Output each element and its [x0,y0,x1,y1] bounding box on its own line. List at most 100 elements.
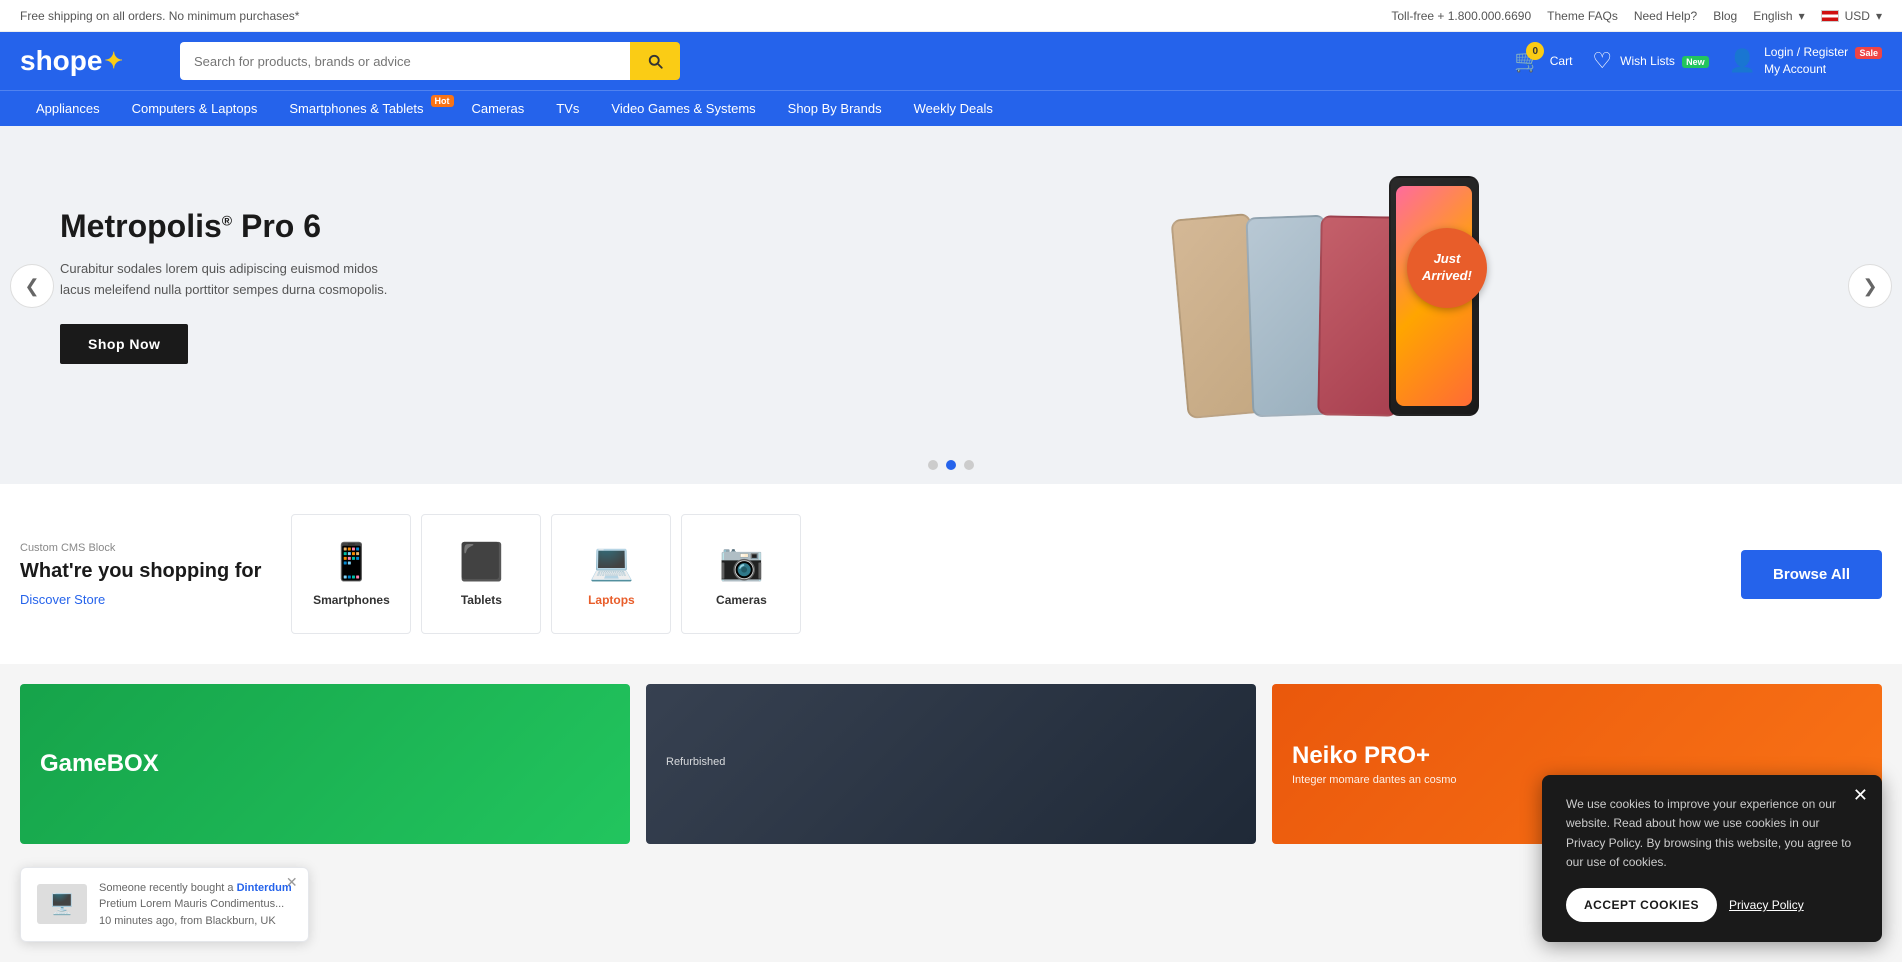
slider-dot-3[interactable] [964,460,974,470]
tablet-icon: ⬛ [459,541,504,583]
cookie-actions: ACCEPT COOKIES Privacy Policy [1566,888,1858,922]
toast-product-image: 🖥️ [37,884,87,924]
logo-star-icon: ✦ [104,48,122,74]
header-actions: 🛒 0 Cart ♡ Wish Lists New 👤 Login / Regi… [1514,44,1882,78]
search-button[interactable] [630,42,680,80]
logo[interactable]: shope✦ [20,45,160,77]
privacy-policy-link[interactable]: Privacy Policy [1729,898,1804,912]
user-icon: 👤 [1729,48,1756,74]
slider-prev-button[interactable]: ❮ [10,264,54,308]
toast-product-desc: Pretium Lorem Mauris Condimentus... [99,896,292,913]
currency-label: USD [1845,9,1870,23]
account-link[interactable]: 👤 Login / Register Sale My Account [1729,44,1882,78]
cart-label: Cart [1550,53,1573,70]
language-label: English [1753,9,1792,23]
wishlist-link[interactable]: ♡ Wish Lists New [1592,48,1708,74]
phones-display: JustArrived! [1179,146,1579,426]
laptop-icon: 💻 [589,541,634,583]
category-text: Custom CMS Block What're you shopping fo… [20,542,261,607]
top-bar: Free shipping on all orders. No minimum … [0,0,1902,32]
phone-black: JustArrived! [1389,176,1479,416]
promo-text: Free shipping on all orders. No minimum … [20,9,299,23]
logo-text: shope [20,45,102,77]
nav-item-video-games[interactable]: Video Games & Systems [595,91,771,126]
hero-title: Metropolis® Pro 6 [60,208,796,245]
theme-faqs-link[interactable]: Theme FAQs [1547,9,1618,23]
category-section: Custom CMS Block What're you shopping fo… [0,484,1902,664]
search-input[interactable] [180,42,630,80]
smartphone-icon: 📱 [329,541,374,583]
toast-close-button[interactable]: ✕ [286,874,298,891]
language-selector[interactable]: English ▾ [1753,9,1804,23]
nav-item-computers[interactable]: Computers & Laptops [116,91,274,126]
chevron-down-icon: ▾ [1799,9,1805,23]
slider-dot-2[interactable] [946,460,956,470]
category-tablets[interactable]: ⬛ Tablets [421,514,541,634]
blog-link[interactable]: Blog [1713,9,1737,23]
category-laptops-label: Laptops [588,593,635,607]
search-bar [180,42,680,80]
main-nav: Appliances Computers & Laptops Smartphon… [0,90,1902,126]
browse-all-button[interactable]: Browse All [1741,550,1882,599]
toast-product-name[interactable]: Dinterdum [237,882,292,894]
my-account-label: My Account [1764,61,1882,78]
hot-badge: Hot [431,95,454,107]
promo-label-refurbished: Refurbished [666,756,725,768]
cookie-message: We use cookies to improve your experienc… [1566,795,1858,872]
cart-link[interactable]: 🛒 0 Cart [1514,48,1572,74]
header: shope✦ 🛒 0 Cart ♡ Wish Lists New [0,32,1902,90]
cookie-banner: ✕ We use cookies to improve your experie… [1542,775,1882,942]
category-cameras[interactable]: 📷 Cameras [681,514,801,634]
category-laptops[interactable]: 💻 Laptops [551,514,671,634]
slider-next-button[interactable]: ❯ [1848,264,1892,308]
hero-image: JustArrived! [856,126,1902,446]
nav-item-appliances[interactable]: Appliances [20,91,116,126]
cms-label: Custom CMS Block [20,542,261,554]
promo-text-gamebox: GameBOX [40,750,159,778]
nav-item-smartphones[interactable]: Smartphones & Tablets Hot [273,91,455,126]
nav-item-weekly-deals[interactable]: Weekly Deals [898,91,1009,126]
need-help-link[interactable]: Need Help? [1634,9,1697,23]
toast-text: Someone recently bought a Dinterdum Pret… [99,880,292,930]
accept-cookies-button[interactable]: ACCEPT COOKIES [1566,888,1717,922]
currency-selector[interactable]: USD ▾ [1821,9,1882,23]
promo-title-gamebox: GameBOX [40,750,159,778]
slider-dot-1[interactable] [928,460,938,470]
category-smartphones-label: Smartphones [313,593,390,607]
category-smartphones[interactable]: 📱 Smartphones [291,514,411,634]
category-cameras-label: Cameras [716,593,767,607]
heart-icon: ♡ [1592,48,1612,74]
nav-item-cameras[interactable]: Cameras [456,91,541,126]
category-title: What're you shopping for [20,560,261,583]
promo-title-neiko: Neiko PRO+ [1292,742,1456,770]
category-tablets-label: Tablets [461,593,502,607]
discover-store-link[interactable]: Discover Store [20,592,105,607]
chevron-down-icon: ▾ [1876,9,1882,23]
promo-banner-refurbished[interactable]: Refurbished [646,684,1256,844]
login-label: Login / Register Sale [1764,44,1882,61]
promo-banner-gamebox[interactable]: GameBOX [20,684,630,844]
nav-item-brands[interactable]: Shop By Brands [772,91,898,126]
category-icons: 📱 Smartphones ⬛ Tablets 💻 Laptops 📷 Came… [291,514,1711,634]
search-icon [646,52,664,70]
camera-icon: 📷 [719,541,764,583]
promo-subtitle-neiko: Integer momare dantes an cosmo [1292,774,1456,786]
flag-icon [1821,10,1839,22]
cookie-close-button[interactable]: ✕ [1853,785,1868,806]
new-badge: New [1682,56,1709,68]
toast-time: 10 minutes ago, from Blackburn, UK [99,913,292,930]
sale-badge: Sale [1855,47,1882,59]
purchase-toast: 🖥️ Someone recently bought a Dinterdum P… [20,867,309,943]
hero-content: Metropolis® Pro 6 Curabitur sodales lore… [0,168,856,405]
just-arrived-badge: JustArrived! [1407,228,1487,308]
hero-slider: ❮ Metropolis® Pro 6 Curabitur sodales lo… [0,126,1902,446]
shop-now-button[interactable]: Shop Now [60,324,188,364]
slider-dots [0,446,1902,484]
promo-text-neiko: Neiko PRO+ Integer momare dantes an cosm… [1292,742,1456,786]
phone-number: Toll-free + 1.800.000.6690 [1391,9,1531,23]
hero-description: Curabitur sodales lorem quis adipiscing … [60,259,400,301]
top-bar-right: Toll-free + 1.800.000.6690 Theme FAQs Ne… [1391,9,1882,23]
nav-item-tvs[interactable]: TVs [540,91,595,126]
promo-text-refurbished: Refurbished [666,756,725,772]
toast-message: Someone recently bought a Dinterdum [99,880,292,897]
